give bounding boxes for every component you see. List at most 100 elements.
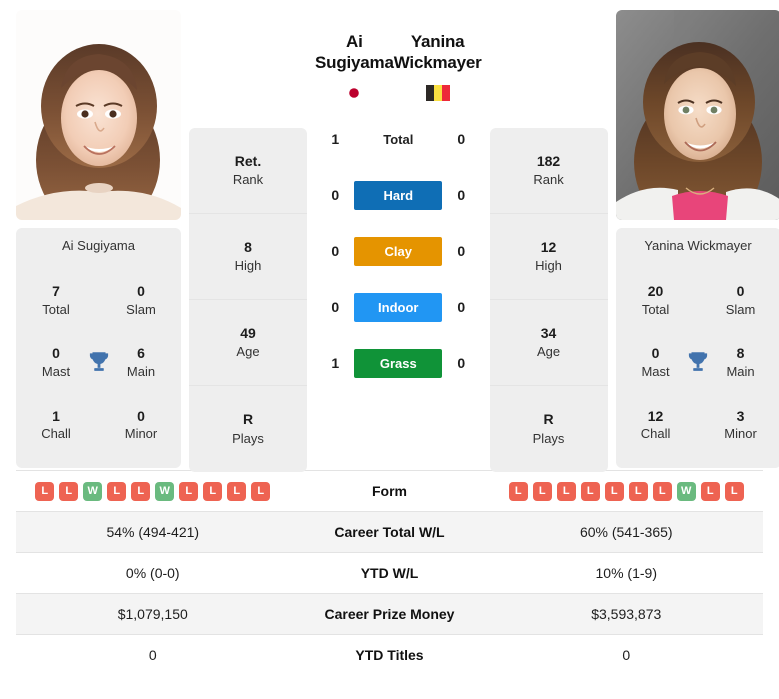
form-badge-loss[interactable]: L [556, 481, 576, 501]
titles-masters-value: 0 [651, 345, 660, 362]
titles-challenger-label: Chall [640, 426, 671, 442]
surface-badge-grass[interactable]: Grass [354, 348, 443, 378]
form-badge-loss[interactable]: L [580, 481, 600, 501]
form-badge-loss[interactable]: L [724, 481, 744, 501]
titles-masters-value: 0 [52, 345, 60, 362]
titles-row: 7 Total 0 Slam [22, 282, 175, 318]
right-ytd-titles: 0 [622, 647, 631, 663]
form-badge-loss[interactable]: L [107, 481, 127, 501]
form-badge-loss[interactable]: L [628, 481, 648, 501]
left-player-column: Ai Sugiyama 7 Total 0 Slam 0 Mast 6 Main… [16, 10, 181, 468]
left-form-strip: LLWLLWLLLL [16, 481, 290, 501]
titles-total-value: 7 [52, 282, 60, 299]
right-player-name[interactable]: Yanina Wickmayer [394, 32, 482, 73]
titles-main-value: 8 [736, 345, 745, 362]
titles-row: 20 Total 0 Slam [622, 282, 775, 318]
right-age-cell: 34 Age [489, 300, 608, 386]
form-badge-loss[interactable]: L [532, 481, 552, 501]
left-rank-value: Ret. [234, 152, 262, 169]
titles-slam-value: 0 [137, 282, 145, 299]
right-rank-value: 182 [536, 152, 561, 169]
right-player-photo[interactable] [615, 10, 779, 220]
h2h-row-total: 1 Total 0 [315, 111, 482, 167]
left-player-photo[interactable] [16, 10, 181, 220]
titles-slam: 0 Slam [113, 282, 169, 318]
form-badge-loss[interactable]: L [251, 481, 271, 501]
left-rank-label: Rank [232, 172, 264, 188]
right-form-strip: LLLLLLLWLL [490, 481, 764, 501]
left-plays-label: Plays [232, 430, 264, 446]
titles-slam-label: Slam [725, 301, 756, 317]
titles-challenger-label: Chall [41, 426, 71, 442]
comparison-stats-table: LLWLLWLLLL Form LLLLLLLWLL 54% (494-421)… [0, 470, 779, 675]
left-age-value: 49 [240, 324, 256, 341]
left-high-label: High [234, 258, 262, 274]
player-comparison-panel: Ai Sugiyama 7 Total 0 Slam 0 Mast 6 Main… [0, 0, 779, 472]
left-career-wl: 54% (494-421) [106, 524, 200, 540]
belgium-flag [394, 85, 482, 102]
form-badge-loss[interactable]: L [700, 481, 720, 501]
form-badge-loss[interactable]: L [203, 481, 223, 501]
right-rank-label: Rank [533, 172, 564, 188]
left-age-cell: 49 Age [189, 300, 307, 386]
stats-row-form: LLWLLWLLLL Form LLLLLLLWLL [16, 470, 763, 511]
right-high-label: High [535, 258, 562, 274]
surface-badge-indoor[interactable]: Indoor [354, 292, 443, 322]
left-high-cell: 8 High [189, 214, 307, 300]
titles-total: 7 Total [28, 282, 84, 318]
titles-total-label: Total [641, 301, 670, 317]
h2h-row-clay: 0 Clay 0 [315, 223, 482, 279]
left-prize-money: $1,079,150 [117, 606, 188, 622]
stats-label-ytd-titles: YTD Titles [355, 647, 424, 663]
right-plays-cell: R Plays [490, 386, 608, 472]
left-player-name-block: Ai Sugiyama [315, 32, 394, 102]
right-career-wl: 60% (541-365) [579, 524, 673, 540]
form-badge-loss[interactable]: L [179, 481, 199, 501]
titles-slam: 0 Slam [713, 282, 769, 318]
head-to-head-rows: 1 Total 0 0 Hard 0 0 Clay 0 0 Indoor 0 1 [315, 111, 482, 391]
titles-slam-label: Slam [126, 301, 156, 317]
titles-masters: 0 Mast [28, 344, 84, 380]
titles-masters-label: Mast [641, 364, 670, 380]
left-info-card: Ret. Rank 8 High 49 Age R Plays [189, 128, 307, 472]
form-badge-loss[interactable]: L [131, 481, 151, 501]
form-badge-loss[interactable]: L [227, 481, 247, 501]
h2h-hard-right-score: 0 [457, 187, 466, 204]
form-badge-loss[interactable]: L [35, 481, 55, 501]
right-plays-label: Plays [532, 430, 565, 446]
titles-challenger: 1 Chall [28, 407, 84, 443]
form-badge-win[interactable]: W [155, 481, 175, 501]
surface-badge-hard[interactable]: Hard [354, 180, 443, 210]
left-plays-value: R [242, 411, 254, 428]
form-badge-win[interactable]: W [676, 481, 696, 501]
titles-minor-value: 3 [736, 407, 745, 424]
titles-challenger: 12 Chall [628, 407, 684, 443]
left-high-value: 8 [244, 238, 252, 255]
titles-masters-label: Mast [41, 364, 71, 380]
form-badge-loss[interactable]: L [508, 481, 528, 501]
titles-challenger-value: 12 [647, 407, 664, 424]
right-player-column: Yanina Wickmayer 20 Total 0 Slam 0 Mast … [615, 10, 779, 468]
right-rank-cell: 182 Rank [489, 128, 608, 214]
right-player-name-block: Yanina Wickmayer [394, 32, 482, 102]
right-age-label: Age [536, 344, 561, 360]
titles-total-label: Total [42, 301, 70, 317]
trophy-icon [684, 349, 713, 375]
titles-main: 8 Main [713, 344, 769, 380]
form-badge-loss[interactable]: L [652, 481, 672, 501]
right-titles-player-name: Yanina Wickmayer [644, 238, 752, 253]
form-badge-loss[interactable]: L [604, 481, 624, 501]
left-player-name[interactable]: Ai Sugiyama [315, 32, 394, 73]
surface-badge-clay[interactable]: Clay [354, 236, 443, 266]
japan-flag [315, 85, 394, 102]
right-age-value: 34 [540, 324, 557, 341]
form-badge-win[interactable]: W [83, 481, 103, 501]
titles-minor-label: Minor [124, 426, 158, 442]
titles-challenger-value: 1 [52, 407, 60, 424]
left-rank-cell: Ret. Rank [189, 128, 307, 214]
right-prize-money: $3,593,873 [591, 606, 662, 622]
titles-main-value: 6 [137, 345, 145, 362]
h2h-clay-left-score: 0 [331, 243, 340, 260]
left-ytd-titles: 0 [148, 647, 157, 663]
form-badge-loss[interactable]: L [59, 481, 79, 501]
